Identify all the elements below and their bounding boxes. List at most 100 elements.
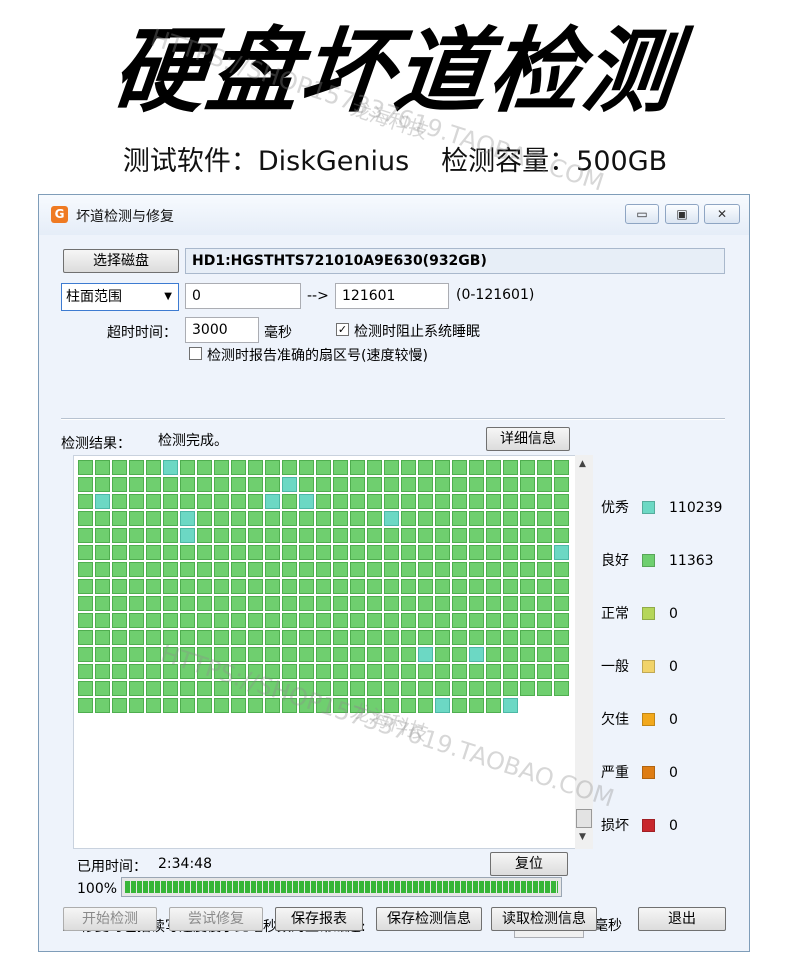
sector-block[interactable]: [452, 528, 467, 543]
sector-block[interactable]: [333, 528, 348, 543]
sector-block[interactable]: [486, 477, 501, 492]
sector-block[interactable]: [231, 460, 246, 475]
sector-block[interactable]: [129, 698, 144, 713]
sector-block[interactable]: [163, 647, 178, 662]
sector-block[interactable]: [418, 681, 433, 696]
sector-block[interactable]: [418, 545, 433, 560]
sector-block[interactable]: [214, 477, 229, 492]
sector-block[interactable]: [197, 511, 212, 526]
sector-block[interactable]: [367, 664, 382, 679]
sector-block[interactable]: [129, 494, 144, 509]
sector-block[interactable]: [367, 630, 382, 645]
sector-block[interactable]: [486, 579, 501, 594]
sector-block[interactable]: [333, 698, 348, 713]
sector-block[interactable]: [520, 579, 535, 594]
sector-block[interactable]: [129, 545, 144, 560]
scroll-up-icon[interactable]: ▲: [579, 459, 586, 469]
sector-block[interactable]: [112, 613, 127, 628]
sector-block[interactable]: [95, 460, 110, 475]
sector-block[interactable]: [401, 579, 416, 594]
sector-block[interactable]: [503, 511, 518, 526]
sector-block[interactable]: [146, 562, 161, 577]
sector-block[interactable]: [452, 562, 467, 577]
sector-block[interactable]: [299, 460, 314, 475]
sector-block[interactable]: [486, 545, 501, 560]
sector-block[interactable]: [282, 562, 297, 577]
sector-block[interactable]: [180, 545, 195, 560]
sector-block[interactable]: [112, 477, 127, 492]
sector-block[interactable]: [537, 545, 552, 560]
sector-block[interactable]: [537, 647, 552, 662]
sector-block[interactable]: [95, 664, 110, 679]
sector-block[interactable]: [231, 647, 246, 662]
sector-block[interactable]: [231, 477, 246, 492]
sector-block[interactable]: [197, 494, 212, 509]
sector-block[interactable]: [214, 681, 229, 696]
sector-block[interactable]: [265, 596, 280, 611]
sector-map-scrollbar[interactable]: ▲ ▼: [575, 455, 593, 849]
sector-block[interactable]: [197, 477, 212, 492]
sector-block[interactable]: [554, 613, 569, 628]
sector-block[interactable]: [299, 562, 314, 577]
sector-block[interactable]: [248, 545, 263, 560]
sector-block[interactable]: [112, 596, 127, 611]
sector-block[interactable]: [282, 545, 297, 560]
sector-block[interactable]: [316, 681, 331, 696]
sector-block[interactable]: [469, 647, 484, 662]
sector-block[interactable]: [384, 664, 399, 679]
sector-block[interactable]: [350, 630, 365, 645]
sector-block[interactable]: [163, 545, 178, 560]
sector-block[interactable]: [299, 579, 314, 594]
sector-block[interactable]: [248, 562, 263, 577]
sector-block[interactable]: [95, 511, 110, 526]
sector-block[interactable]: [418, 511, 433, 526]
sector-block[interactable]: [78, 477, 93, 492]
sector-block[interactable]: [333, 494, 348, 509]
sector-block[interactable]: [554, 647, 569, 662]
sector-block[interactable]: [554, 630, 569, 645]
sector-block[interactable]: [469, 460, 484, 475]
sector-block[interactable]: [265, 681, 280, 696]
sector-block[interactable]: [112, 494, 127, 509]
sector-block[interactable]: [452, 579, 467, 594]
sector-block[interactable]: [367, 545, 382, 560]
sector-block[interactable]: [469, 664, 484, 679]
sector-block[interactable]: [384, 477, 399, 492]
sector-block[interactable]: [350, 477, 365, 492]
sector-block[interactable]: [163, 528, 178, 543]
sector-block[interactable]: [197, 596, 212, 611]
sector-block[interactable]: [163, 477, 178, 492]
sector-block[interactable]: [503, 528, 518, 543]
sector-block[interactable]: [248, 664, 263, 679]
sector-block[interactable]: [520, 562, 535, 577]
sector-block[interactable]: [112, 698, 127, 713]
sector-block[interactable]: [299, 698, 314, 713]
sector-block[interactable]: [367, 698, 382, 713]
sector-block[interactable]: [316, 494, 331, 509]
sector-block[interactable]: [503, 647, 518, 662]
sector-block[interactable]: [350, 698, 365, 713]
sector-block[interactable]: [163, 562, 178, 577]
sector-block[interactable]: [452, 511, 467, 526]
sector-block[interactable]: [503, 562, 518, 577]
sector-block[interactable]: [333, 579, 348, 594]
sector-block[interactable]: [129, 681, 144, 696]
sector-block[interactable]: [401, 613, 416, 628]
sector-block[interactable]: [95, 579, 110, 594]
sector-block[interactable]: [554, 681, 569, 696]
sector-block[interactable]: [282, 460, 297, 475]
sector-block[interactable]: [214, 460, 229, 475]
sector-block[interactable]: [401, 630, 416, 645]
sector-block[interactable]: [486, 630, 501, 645]
sector-block[interactable]: [418, 562, 433, 577]
sector-block[interactable]: [384, 528, 399, 543]
sector-block[interactable]: [146, 528, 161, 543]
sector-block[interactable]: [401, 460, 416, 475]
sector-block[interactable]: [469, 698, 484, 713]
sector-block[interactable]: [554, 528, 569, 543]
sector-block[interactable]: [112, 545, 127, 560]
sector-block[interactable]: [469, 562, 484, 577]
sector-block[interactable]: [384, 613, 399, 628]
sector-block[interactable]: [554, 545, 569, 560]
sector-block[interactable]: [503, 664, 518, 679]
